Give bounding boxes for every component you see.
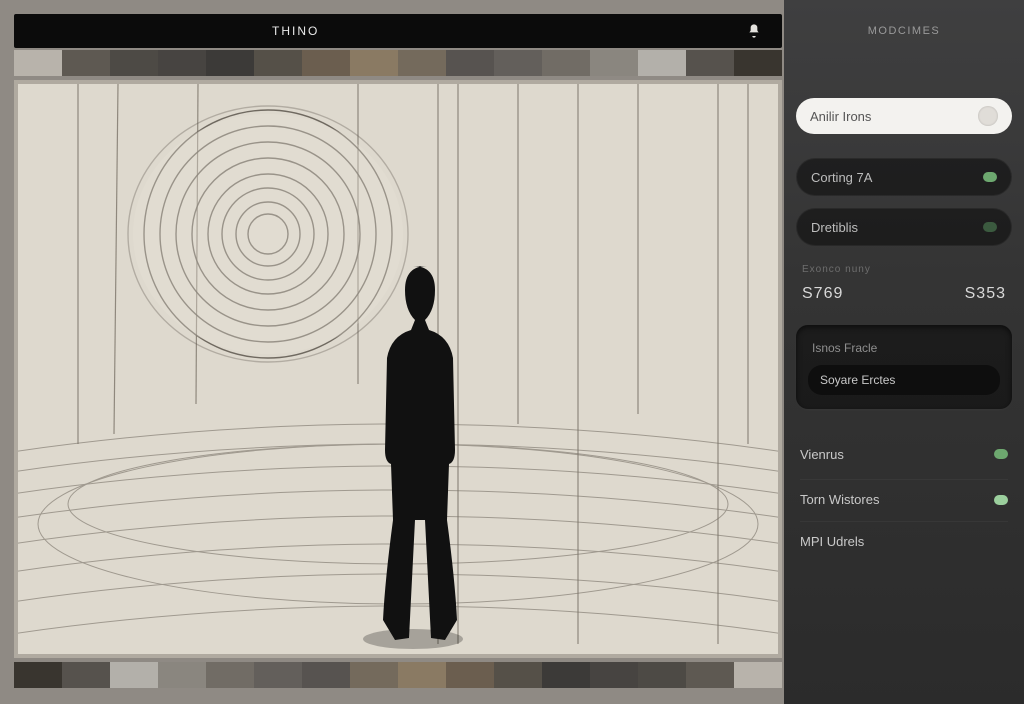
toggle-dretiblis[interactable]: Dretiblis <box>796 208 1012 246</box>
swatch[interactable] <box>446 50 494 76</box>
stat-left: S769 <box>802 285 843 303</box>
swatch-strip-bottom <box>14 662 782 688</box>
toggle-corting[interactable]: Corting 7A <box>796 158 1012 196</box>
swatch[interactable] <box>350 50 398 76</box>
actions-panel: Isnos Fracle Soyare Erctes <box>796 325 1012 409</box>
swatch[interactable] <box>686 50 734 76</box>
option-list: Vienrus Torn Wistores MPI Udrels <box>796 437 1012 555</box>
swatch[interactable] <box>62 662 110 688</box>
swatch[interactable] <box>590 50 638 76</box>
soyare-button[interactable]: Soyare Erctes <box>808 365 1000 395</box>
status-indicator-icon <box>994 449 1008 459</box>
canvas-viewport[interactable] <box>14 80 782 658</box>
search-placeholder: Anilir Irons <box>810 109 871 124</box>
top-bar: THINO <box>14 14 782 48</box>
option-label: Vienrus <box>800 447 844 462</box>
stats-header: Exonco nuny <box>802 264 1012 275</box>
search-knob-icon <box>978 106 998 126</box>
swatch[interactable] <box>14 662 62 688</box>
side-header: MODCIMES <box>796 0 1012 62</box>
option-row[interactable]: Vienrus <box>800 437 1008 471</box>
toggle-indicator-icon <box>983 172 997 182</box>
status-indicator-icon <box>994 537 1008 547</box>
bell-icon[interactable] <box>746 22 762 40</box>
search-pill[interactable]: Anilir Irons <box>796 98 1012 134</box>
swatch[interactable] <box>398 662 446 688</box>
option-label: Torn Wistores <box>800 492 879 507</box>
toggle-dretiblis-label: Dretiblis <box>811 220 858 235</box>
option-row[interactable]: MPI Udrels <box>800 521 1008 555</box>
toggle-indicator-icon <box>983 222 997 232</box>
swatch[interactable] <box>734 662 782 688</box>
swatch[interactable] <box>206 50 254 76</box>
app-title: THINO <box>272 24 319 38</box>
swatch[interactable] <box>494 50 542 76</box>
swatch[interactable] <box>542 662 590 688</box>
swatch[interactable] <box>206 662 254 688</box>
option-row[interactable]: Torn Wistores <box>800 479 1008 513</box>
swatch[interactable] <box>398 50 446 76</box>
swatch[interactable] <box>14 50 62 76</box>
stats-row: S769 S353 <box>796 285 1012 303</box>
swatch[interactable] <box>302 662 350 688</box>
swatch[interactable] <box>110 662 158 688</box>
status-indicator-icon <box>994 495 1008 505</box>
stat-right: S353 <box>965 285 1006 303</box>
swatch[interactable] <box>734 50 782 76</box>
swatch[interactable] <box>302 50 350 76</box>
swatch[interactable] <box>638 50 686 76</box>
artwork-illustration <box>18 84 778 654</box>
soyare-button-label: Soyare Erctes <box>820 373 895 387</box>
swatch[interactable] <box>446 662 494 688</box>
swatch[interactable] <box>254 662 302 688</box>
swatch[interactable] <box>110 50 158 76</box>
side-panel: MODCIMES Anilir Irons Corting 7A Dretibl… <box>784 0 1024 704</box>
toggle-corting-label: Corting 7A <box>811 170 872 185</box>
swatch[interactable] <box>158 50 206 76</box>
swatch[interactable] <box>542 50 590 76</box>
swatch[interactable] <box>350 662 398 688</box>
swatch[interactable] <box>638 662 686 688</box>
swatch[interactable] <box>254 50 302 76</box>
option-label: MPI Udrels <box>800 534 864 549</box>
swatch[interactable] <box>686 662 734 688</box>
panel-label: Isnos Fracle <box>812 341 1000 355</box>
swatch[interactable] <box>494 662 542 688</box>
swatch[interactable] <box>590 662 638 688</box>
swatch[interactable] <box>62 50 110 76</box>
swatch-strip-top <box>14 50 782 76</box>
swatch[interactable] <box>158 662 206 688</box>
